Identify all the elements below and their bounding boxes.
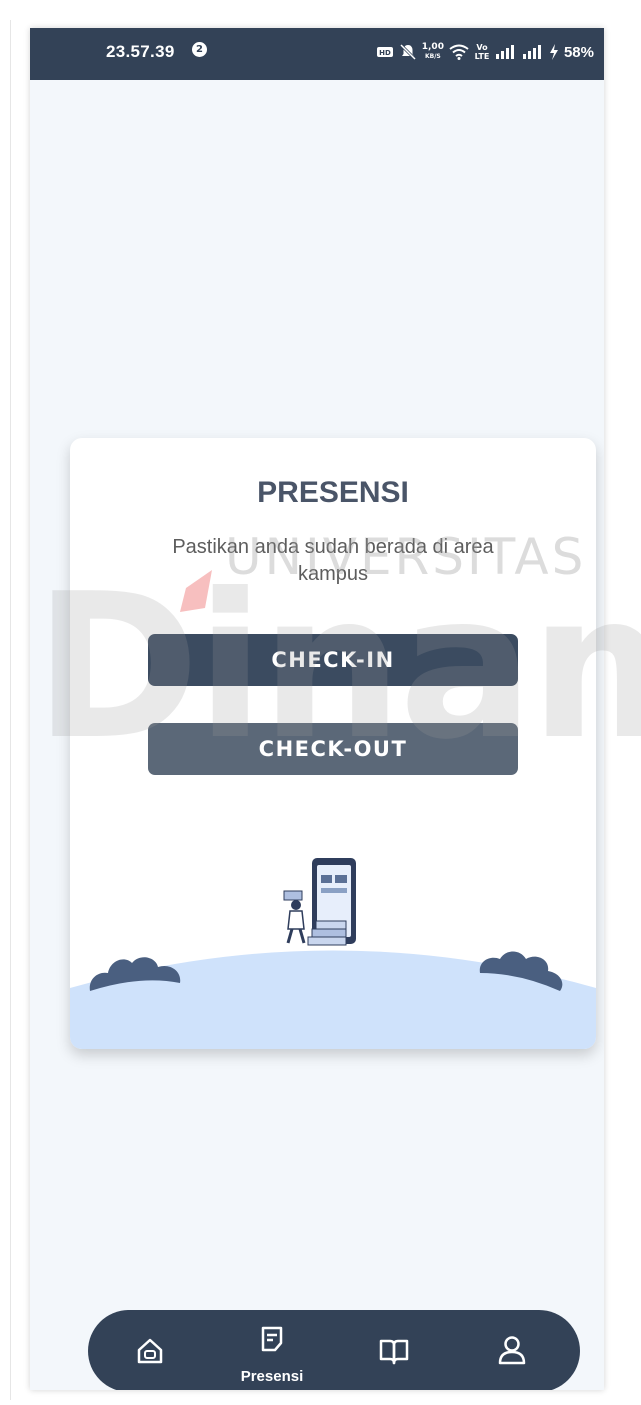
battery-percent: 58% [563,43,594,61]
presensi-icon [261,1326,283,1352]
lte-label: Vo LTE [474,43,490,61]
wifi-icon [449,44,469,60]
presensi-card: PRESENSI Pastikan anda sudah berada di a… [70,438,596,1049]
bottom-nav: Presensi [88,1310,580,1390]
nav-item-book[interactable] [354,1310,434,1390]
phone-screen: 23.57.39 2 HD 1,00 KB/S Vo LTE 58% PRESE… [30,28,604,1390]
network-speed: 1,00 KB/S [421,42,444,61]
page-title: PRESENSI [257,476,409,509]
nav-item-profile[interactable] [472,1310,552,1390]
mute-icon [399,43,416,61]
check-out-button[interactable]: CHECK-OUT [148,723,518,775]
home-icon [137,1338,163,1364]
nav-item-home[interactable] [110,1310,190,1390]
signal-icon-2 [522,45,541,59]
page-border-line [10,20,11,1400]
signal-icon [495,45,514,59]
phone-figure [283,858,356,946]
book-icon [379,1339,409,1365]
charging-icon [549,44,558,60]
nav-label-presensi: Presensi [240,1368,304,1385]
check-in-button[interactable]: CHECK-IN [148,634,518,686]
status-icons: HD 1,00 KB/S Vo LTE 58% [376,40,594,64]
profile-icon [498,1336,526,1365]
nav-item-presensi[interactable]: Presensi [232,1310,312,1390]
location-hint: Pastikan anda sudah berada di area kampu… [172,536,494,585]
status-time: 23.57.39 [106,42,175,61]
hd-icon: HD [376,47,393,57]
attendance-illustration [70,858,596,1049]
svg-text:HD: HD [379,49,391,57]
notification-badge: 2 [192,42,207,57]
status-bar: 23.57.39 2 HD 1,00 KB/S Vo LTE 58% [30,28,604,80]
